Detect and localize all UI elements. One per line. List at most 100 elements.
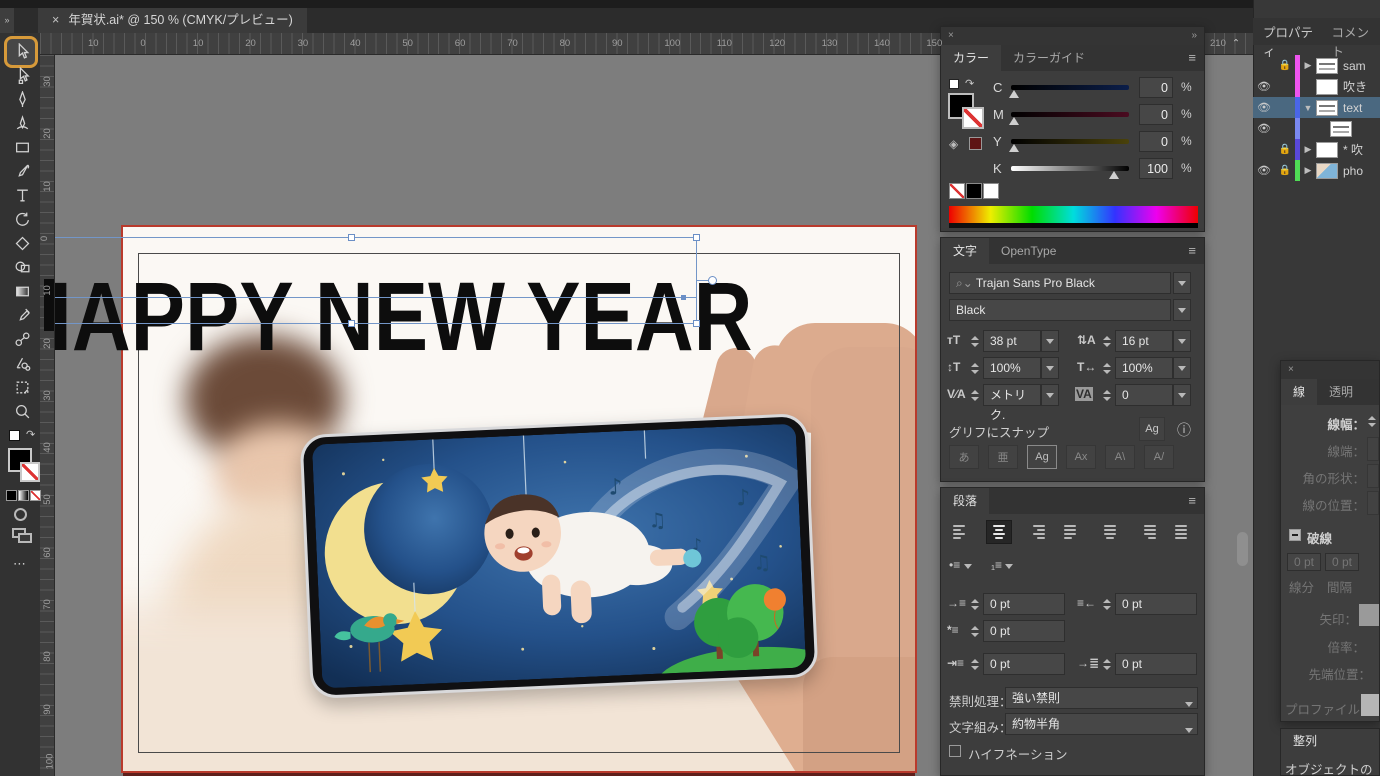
layer-row[interactable]: 👁 (1253, 118, 1380, 139)
selection-rotate-handle[interactable] (708, 276, 717, 285)
toolbar-color-button[interactable] (6, 490, 17, 501)
tab-comments[interactable]: コメント (1326, 18, 1380, 59)
stroke-weight-stepper[interactable] (1366, 410, 1377, 432)
kinsoku-dropdown[interactable]: 強い禁則 (1005, 687, 1198, 709)
panel-collapse-chevron-icon[interactable]: ⌃ (1232, 38, 1240, 49)
first-line-indent-input[interactable]: 0 pt (983, 620, 1065, 642)
character-panel-menu-icon[interactable]: ≡ (1180, 238, 1204, 264)
rectangle-tool[interactable] (11, 136, 33, 158)
artboard-tool[interactable] (11, 376, 33, 398)
channel-value-input[interactable]: 0 (1139, 131, 1173, 152)
selection-tool[interactable] (11, 40, 33, 62)
slider-track[interactable] (1011, 139, 1129, 144)
space-before-input[interactable]: 0 pt (983, 653, 1065, 675)
glyph-snap-button[interactable]: あ (949, 445, 979, 469)
layer-thumbnail[interactable] (1330, 120, 1352, 137)
layer-row[interactable]: 🔒 ▶ * 吹 (1253, 139, 1380, 160)
kerning-dropdown[interactable] (1041, 384, 1059, 406)
gradient-tool[interactable] (11, 280, 33, 302)
swatch-white[interactable] (983, 183, 999, 199)
layer-expand-icon[interactable]: ▶ (1300, 165, 1316, 176)
vertical-scale-input[interactable]: 100% (983, 357, 1041, 379)
font-family-dropdown[interactable] (1173, 272, 1191, 294)
font-size-dropdown[interactable] (1041, 330, 1059, 352)
space-before-stepper[interactable] (969, 653, 980, 675)
swatch-none[interactable] (949, 183, 965, 199)
glyph-snap-button[interactable]: Ax (1066, 445, 1096, 469)
tracking-dropdown[interactable] (1173, 384, 1191, 406)
leading-stepper[interactable] (1101, 330, 1112, 352)
spectrum-black-strip[interactable] (949, 223, 1198, 228)
space-after-stepper[interactable] (1101, 653, 1112, 675)
color-panel-close-icon[interactable]: × (948, 30, 954, 41)
bullet-list-icon[interactable]: •≡ (949, 558, 972, 572)
slider-track[interactable] (1011, 85, 1129, 90)
vertical-ruler[interactable] (40, 55, 55, 776)
eye-icon[interactable]: 👁 (1253, 101, 1275, 114)
eye-icon[interactable]: 👁 (1253, 80, 1275, 93)
layer-expand-icon[interactable]: ▶ (1300, 144, 1316, 155)
slider-thumb[interactable] (1009, 90, 1019, 98)
eye-icon[interactable]: 👁 (1253, 122, 1275, 135)
tabbar-expand-icon[interactable]: » (0, 8, 14, 33)
color-panel-menu-icon[interactable]: ≡ (1180, 45, 1204, 71)
font-style-input[interactable]: Black (949, 299, 1171, 321)
horizontal-scale-input[interactable]: 100% (1115, 357, 1173, 379)
align-justify-right-button[interactable] (1134, 520, 1160, 544)
kerning-input[interactable]: メトリク. (983, 384, 1041, 422)
align-justify-center-button[interactable] (1097, 520, 1123, 544)
layer-expand-icon[interactable]: ▼ (1300, 103, 1316, 113)
toolbar-gradient-button[interactable] (18, 490, 29, 501)
snap-to-glyph-ag-button[interactable]: Ag (1139, 417, 1165, 441)
right-indent-stepper[interactable] (1101, 593, 1112, 615)
hyphenation-checkbox[interactable] (949, 745, 961, 757)
leading-dropdown[interactable] (1173, 330, 1191, 352)
layer-row[interactable]: 👁 🔒 ▶ pho (1253, 160, 1380, 181)
symbol-sprayer-tool[interactable] (11, 352, 33, 374)
lock-icon[interactable]: 🔒 (1275, 144, 1295, 155)
shape-builder-tool[interactable] (11, 256, 33, 278)
toolbar-stroke-swatch-none[interactable] (20, 462, 40, 482)
tab-color-guide[interactable]: カラーガイド (1001, 45, 1097, 71)
mojikumi-dropdown[interactable]: 約物半角 (1005, 713, 1198, 735)
curvature-tool[interactable] (11, 112, 33, 134)
swatch-black[interactable] (966, 183, 982, 199)
space-after-input[interactable]: 0 pt (1115, 653, 1197, 675)
layer-row[interactable]: 👁 ▼ text (1253, 97, 1380, 118)
eye-icon[interactable]: 👁 (1253, 164, 1275, 177)
first-line-indent-stepper[interactable] (969, 620, 980, 642)
layer-thumbnail[interactable] (1316, 99, 1338, 116)
drawing-mode-icon[interactable] (14, 508, 27, 521)
numbered-list-icon[interactable]: ₁≡ (991, 558, 1014, 572)
slider-thumb[interactable] (1109, 171, 1119, 179)
slider-track[interactable] (1011, 112, 1129, 117)
info-icon[interactable]: ⓘ (1177, 420, 1191, 440)
color-spectrum-bar[interactable] (949, 206, 1198, 223)
tab-transparency[interactable]: 透明 (1317, 379, 1365, 405)
horizontal-scale-stepper[interactable] (1101, 357, 1112, 379)
horizontal-scale-dropdown[interactable] (1173, 357, 1191, 379)
tab-paragraph[interactable]: 段落 (941, 488, 990, 514)
glyph-snap-button[interactable]: A/ (1144, 445, 1174, 469)
align-center-button[interactable] (986, 520, 1012, 544)
channel-value-input[interactable]: 100 (1139, 158, 1173, 179)
tracking-input[interactable]: 0 (1115, 384, 1173, 406)
right-indent-input[interactable]: 0 pt (1115, 593, 1197, 615)
layer-thumbnail[interactable] (1316, 141, 1338, 158)
tab-color[interactable]: カラー (941, 45, 1002, 71)
eyedropper-tool[interactable] (11, 304, 33, 326)
layer-name[interactable]: sam (1343, 59, 1366, 73)
font-style-dropdown[interactable] (1173, 299, 1191, 321)
color-panel-collapse-icon[interactable]: » (1191, 27, 1197, 45)
font-size-stepper[interactable] (969, 330, 980, 352)
canvas-scrollbar-thumb[interactable] (1237, 532, 1248, 566)
layer-row[interactable]: 👁 吹き (1253, 76, 1380, 97)
slider-thumb[interactable] (1009, 117, 1019, 125)
leading-input[interactable]: 16 pt (1115, 330, 1173, 352)
more-tools-icon[interactable]: ⋯ (13, 556, 27, 572)
layer-name[interactable]: * 吹 (1343, 141, 1363, 158)
channel-value-input[interactable]: 0 (1139, 77, 1173, 98)
paragraph-panel-menu-icon[interactable]: ≡ (1180, 488, 1204, 514)
layer-expand-icon[interactable]: ▶ (1300, 60, 1316, 71)
layer-thumbnail[interactable] (1316, 78, 1338, 95)
